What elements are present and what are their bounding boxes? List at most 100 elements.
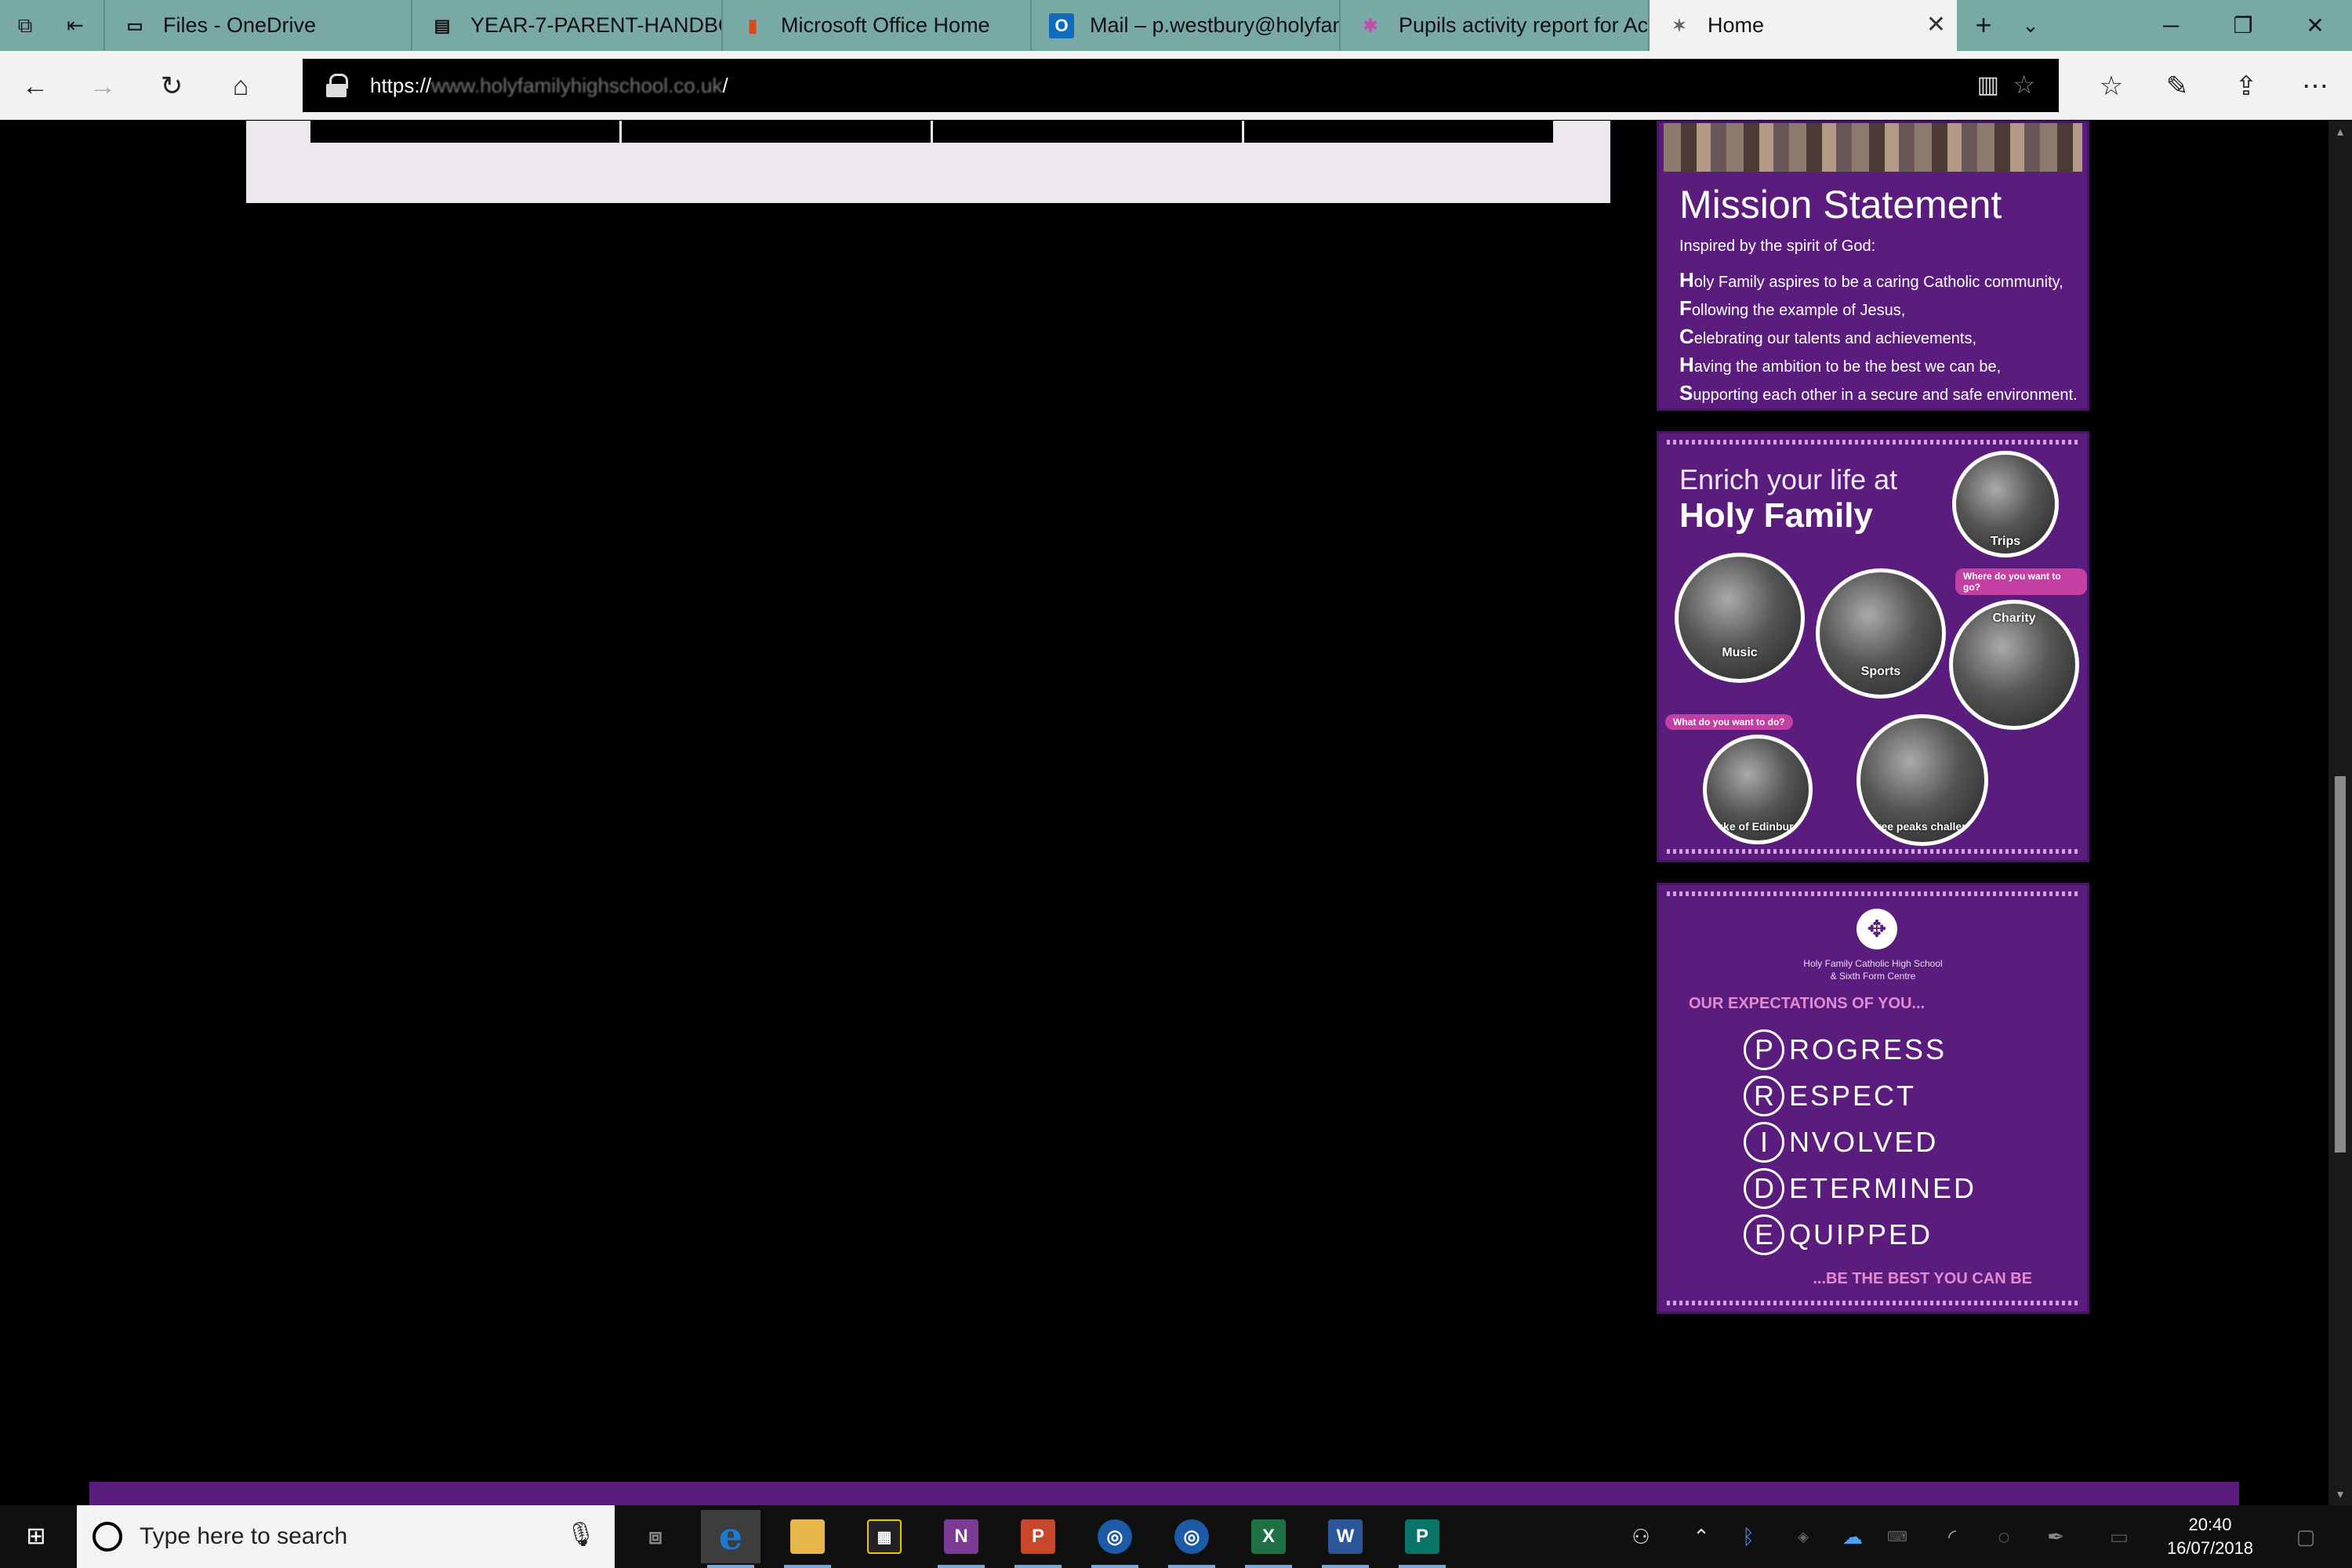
more-menu-icon[interactable]: ⋯ xyxy=(2296,67,2335,106)
value-respect: R ESPECT xyxy=(1744,1073,1976,1119)
value-determined: D ETERMINED xyxy=(1744,1165,1976,1211)
show-hidden-icons-chevron-icon[interactable]: ⌃ xyxy=(1686,1505,1717,1568)
page-scrollbar[interactable]: ▴ ▾ xyxy=(2328,121,2352,1505)
keyboard-icon[interactable]: ⌨ xyxy=(1882,1505,1913,1568)
tab-home[interactable]: ✶ Home ✕ xyxy=(1648,0,1957,51)
onenote-icon[interactable]: N xyxy=(931,1510,991,1568)
file-explorer-icon[interactable] xyxy=(778,1510,837,1568)
expectations-widget[interactable]: ✥ Holy Family Catholic High School & Six… xyxy=(1657,883,2089,1314)
share-icon[interactable]: ⇪ xyxy=(2227,67,2266,106)
school-crest-icon: ✥ xyxy=(1857,909,1897,949)
back-icon[interactable]: ← xyxy=(16,67,55,106)
charity-photo: Charity xyxy=(1949,600,2079,730)
microphone-icon[interactable]: 🎙 xyxy=(566,1521,596,1548)
favorites-hub-icon[interactable]: ☆ xyxy=(2092,67,2131,106)
navigation-bar: ← → ↻ ⌂ https://www.holyfamilyhighschool… xyxy=(0,51,2352,120)
clock-date: 16/07/2018 xyxy=(2166,1538,2254,1558)
remote-app-icon[interactable]: ◎ xyxy=(1085,1510,1145,1568)
outlook-icon: O xyxy=(1049,13,1074,38)
lock-icon[interactable] xyxy=(326,74,348,97)
set-aside-tabs-icon[interactable]: ⇤ xyxy=(60,9,91,41)
puzzle-icon: ✱ xyxy=(1363,15,1378,35)
restore-icon[interactable]: ❐ xyxy=(2208,0,2278,51)
favorite-star-icon[interactable]: ☆ xyxy=(2013,70,2035,100)
mission-line: Following the example of Jesus, xyxy=(1679,296,1906,320)
content-tab[interactable] xyxy=(310,121,619,143)
office-icon: ▮ xyxy=(747,15,758,35)
tab-title: Microsoft Office Home xyxy=(781,13,990,37)
reading-view-icon[interactable]: ▥ xyxy=(1977,71,1999,99)
mission-intro: Inspired by the spirit of God: xyxy=(1679,238,1876,255)
taskbar-search[interactable]: Type here to search 🎙 xyxy=(77,1505,615,1568)
word-icon[interactable]: W xyxy=(1316,1510,1375,1568)
scroll-down-icon[interactable]: ▾ xyxy=(2328,1486,2352,1502)
bluetooth-icon[interactable]: ᛒ xyxy=(1733,1505,1764,1568)
close-window-icon[interactable]: ✕ xyxy=(2280,0,2350,51)
tab-mail[interactable]: O Mail – p.westbury@holyfan xyxy=(1030,0,1339,51)
store-icon[interactable]: ▦ xyxy=(855,1510,914,1563)
pen-workspace-icon[interactable]: ✒ xyxy=(2040,1505,2071,1568)
tab-overview-icon[interactable]: ⧉ xyxy=(9,9,41,41)
new-tab-icon[interactable]: + xyxy=(1968,9,1999,41)
content-tab[interactable] xyxy=(622,121,931,143)
mission-line: Having the ambition to be the best we ca… xyxy=(1679,353,2002,376)
tab-title: Files - OneDrive xyxy=(163,13,317,37)
close-tab-icon[interactable]: ✕ xyxy=(1926,13,1946,38)
refresh-icon[interactable]: ↻ xyxy=(152,67,191,106)
window-icon: ▭ xyxy=(126,15,143,35)
expectations-heading: OUR EXPECTATIONS OF YOU... xyxy=(1689,995,1926,1012)
content-tab[interactable] xyxy=(1244,121,1553,143)
tray-app-icon[interactable]: ◈ xyxy=(1788,1505,1819,1568)
system-clock[interactable]: 20:40 16/07/2018 xyxy=(2151,1513,2269,1560)
home-icon[interactable]: ⌂ xyxy=(221,67,260,106)
mission-title: Mission Statement xyxy=(1679,183,2002,227)
minimize-icon[interactable]: ─ xyxy=(2136,0,2206,51)
tab-preview-chevron-icon[interactable]: ⌄ xyxy=(2015,9,2046,41)
wifi-icon[interactable]: ◜ xyxy=(1936,1505,1968,1568)
expectation-values: P ROGRESS R ESPECT I NVOLVED D ETERMINED E QU… xyxy=(1744,1026,1976,1258)
browser-tab-strip: ⧉ ⇤ ▭ Files - OneDrive ▤ YEAR-7-PARENT-H… xyxy=(0,0,2352,51)
footer-purple-bar xyxy=(89,1482,2239,1505)
value-involved: I NVOLVED xyxy=(1744,1119,1976,1165)
web-note-icon[interactable]: ✎ xyxy=(2158,67,2197,106)
address-bar[interactable]: https://www.holyfamilyhighschool.co.uk/ … xyxy=(303,59,2059,112)
tab-parent-handbook[interactable]: ▤ YEAR-7-PARENT-HANDBOO xyxy=(411,0,721,51)
value-equipped: E QUIPPED xyxy=(1744,1211,1976,1258)
tab-pupils-report[interactable]: ✱ Pupils activity report for Ac xyxy=(1339,0,1648,51)
forward-icon[interactable]: → xyxy=(83,67,122,106)
publisher-icon[interactable]: P xyxy=(1392,1510,1452,1568)
mission-statement-widget[interactable]: Mission Statement Inspired by the spirit… xyxy=(1657,121,2089,411)
enrich-widget[interactable]: Enrich your life at Holy Family Trips Wh… xyxy=(1657,431,2089,862)
enrich-heading-line1: Enrich your life at xyxy=(1679,463,1898,495)
trips-photo: Trips xyxy=(1952,451,2059,557)
task-view-icon[interactable]: ⧈ xyxy=(626,1510,685,1563)
border-dots xyxy=(1667,1301,2079,1305)
excel-icon[interactable]: X xyxy=(1239,1510,1298,1568)
tab-title: Home xyxy=(1708,13,1765,37)
pdf-icon: ▤ xyxy=(434,15,451,35)
music-photo: Music xyxy=(1675,553,1805,683)
touch-keyboard-icon[interactable]: ▭ xyxy=(2101,1505,2137,1568)
people-icon[interactable]: ⚇ xyxy=(1623,1505,1659,1568)
onedrive-icon[interactable]: ☁ xyxy=(1835,1505,1871,1568)
tab-office-home[interactable]: ▮ Microsoft Office Home xyxy=(721,0,1030,51)
content-tab[interactable] xyxy=(933,121,1242,143)
border-dots xyxy=(1667,849,2079,854)
tab-title: Pupils activity report for Ac xyxy=(1399,13,1648,37)
scroll-up-icon[interactable]: ▴ xyxy=(2328,124,2352,140)
url-text[interactable]: https://www.holyfamilyhighschool.co.uk/ xyxy=(370,74,728,98)
sports-photo: Sports xyxy=(1816,568,1946,699)
photo-strip xyxy=(1664,123,2082,172)
start-button[interactable]: ⊞ xyxy=(17,1519,55,1554)
volume-icon[interactable]: ◌ xyxy=(1988,1505,2020,1568)
windows-taskbar: ⊞ Type here to search 🎙 ⧈ e ▦ N P ◎ ◎ X … xyxy=(0,1505,2352,1568)
powerpoint-icon[interactable]: P xyxy=(1008,1510,1068,1568)
scroll-thumb[interactable] xyxy=(2335,776,2346,1152)
tab-files-onedrive[interactable]: ▭ Files - OneDrive xyxy=(103,0,411,51)
edge-icon[interactable]: e xyxy=(701,1510,760,1568)
cortana-icon[interactable] xyxy=(93,1522,122,1552)
enrich-heading-line2: Holy Family xyxy=(1679,496,1873,535)
action-center-icon[interactable]: ▢ xyxy=(2286,1505,2325,1568)
remote-app-2-icon[interactable]: ◎ xyxy=(1162,1510,1221,1568)
school-name: Holy Family Catholic High School & Sixth… xyxy=(1803,958,1943,982)
